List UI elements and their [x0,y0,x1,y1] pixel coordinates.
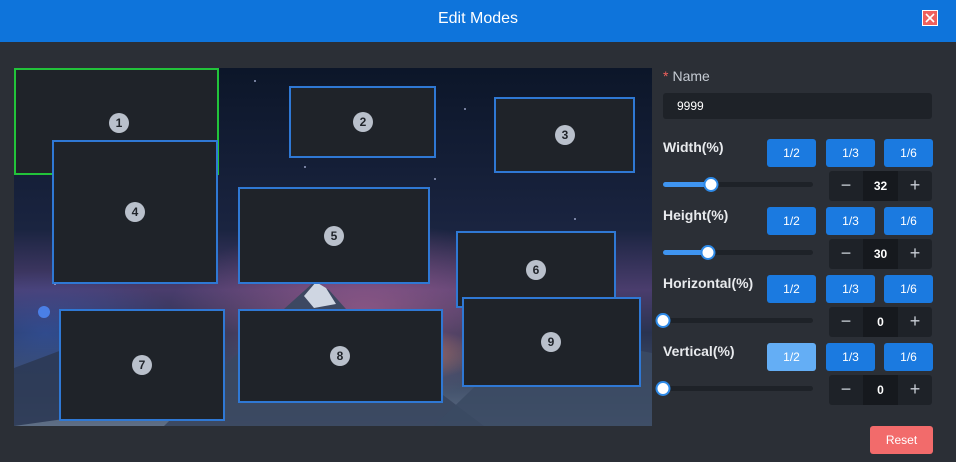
horizontal-decrement-button[interactable]: − [831,307,861,337]
height-third-button[interactable]: 1/3 [826,207,875,235]
horizontal-half-button[interactable]: 1/2 [767,275,816,303]
height-slider[interactable] [663,245,813,260]
vertical-stepper: − 0 + [829,375,932,405]
horizontal-slider[interactable] [655,313,813,328]
dialog-title: Edit Modes [437,10,519,27]
height-increment-button[interactable]: + [900,239,930,269]
vertical-slider-thumb[interactable] [655,381,671,396]
height-label: Height(%) [663,207,729,223]
horizontal-slider-thumb[interactable] [655,313,671,328]
vertical-third-button[interactable]: 1/3 [826,343,875,371]
vertical-label: Vertical(%) [663,343,735,359]
required-mark: * [663,68,669,84]
horizontal-stepper: − 0 + [829,307,932,337]
layout-window[interactable]: 2 [289,86,436,158]
horizontal-third-button[interactable]: 1/3 [826,275,875,303]
width-half-button[interactable]: 1/2 [767,139,816,167]
vertical-slider[interactable] [655,381,813,396]
window-number-badge: 1 [109,113,129,133]
horizontal-label: Horizontal(%) [663,275,754,291]
horizontal-increment-button[interactable]: + [900,307,930,337]
layout-window[interactable]: 5 [238,187,430,284]
width-increment-button[interactable]: + [900,171,930,201]
width-label: Width(%) [663,139,724,155]
layout-window[interactable]: 7 [59,309,225,421]
window-number-badge: 7 [132,355,152,375]
name-input[interactable]: 9999 [663,93,932,119]
window-number-badge: 6 [526,260,546,280]
reset-button[interactable]: Reset [870,426,933,454]
window-number-badge: 8 [330,346,350,366]
horizontal-sixth-button[interactable]: 1/6 [884,275,933,303]
height-sixth-button[interactable]: 1/6 [884,207,933,235]
horizontal-value[interactable]: 0 [863,307,898,337]
vertical-increment-button[interactable]: + [900,375,930,405]
width-third-button[interactable]: 1/3 [826,139,875,167]
window-number-badge: 3 [555,125,575,145]
window-number-badge: 4 [125,202,145,222]
vertical-half-button[interactable]: 1/2 [767,343,816,371]
name-label: * Name [663,68,710,84]
name-label-text: Name [672,68,710,84]
layout-window[interactable]: 4 [52,140,218,284]
height-stepper: − 30 + [829,239,932,269]
layout-window[interactable]: 3 [494,97,635,173]
window-number-badge: 2 [353,112,373,132]
height-half-button[interactable]: 1/2 [767,207,816,235]
close-icon [925,13,935,23]
close-button[interactable] [922,10,938,26]
height-value[interactable]: 30 [863,239,898,269]
vertical-decrement-button[interactable]: − [831,375,861,405]
vertical-value[interactable]: 0 [863,375,898,405]
height-decrement-button[interactable]: − [831,239,861,269]
width-stepper: − 32 + [829,171,932,201]
width-slider-thumb[interactable] [703,177,719,192]
vertical-sixth-button[interactable]: 1/6 [884,343,933,371]
height-slider-thumb[interactable] [700,245,716,260]
width-value[interactable]: 32 [863,171,898,201]
window-number-badge: 9 [541,332,561,352]
width-sixth-button[interactable]: 1/6 [884,139,933,167]
layout-preview: 1 2 3 4 5 6 7 8 9 [14,68,652,426]
layout-window[interactable]: 9 [462,297,641,387]
window-number-badge: 5 [324,226,344,246]
width-slider[interactable] [663,177,813,192]
width-decrement-button[interactable]: − [831,171,861,201]
layout-window[interactable]: 8 [238,309,443,403]
